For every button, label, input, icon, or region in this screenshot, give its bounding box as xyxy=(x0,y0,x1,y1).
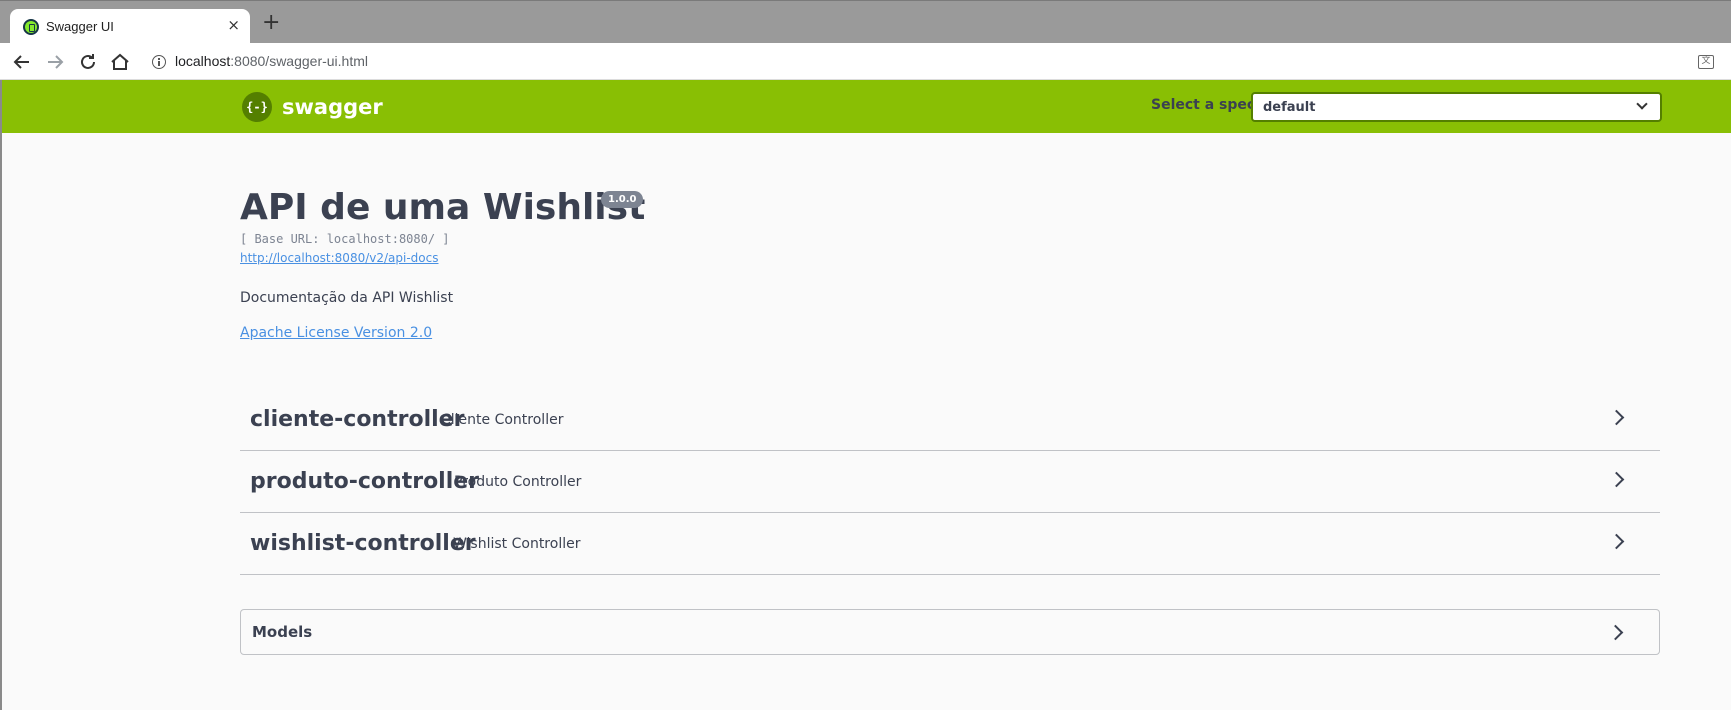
chevron-right-icon[interactable] xyxy=(1607,624,1624,641)
tag-name: produto-controller xyxy=(250,469,480,494)
site-info-icon[interactable] xyxy=(152,55,166,69)
swagger-favicon-icon xyxy=(23,19,39,35)
tag-description: Cliente Controller xyxy=(441,412,564,428)
chevron-right-icon[interactable] xyxy=(1608,409,1625,426)
tag-name: wishlist-controller xyxy=(250,531,476,556)
browser-tabstrip: Swagger UI × + xyxy=(0,0,1731,44)
translate-icon[interactable]: 文 xyxy=(1698,55,1714,69)
swagger-topbar: {-} swagger Select a spec default xyxy=(2,80,1731,133)
forward-icon[interactable] xyxy=(43,50,67,74)
url-host: localhost xyxy=(175,53,231,69)
api-description: Documentação da API Wishlist xyxy=(240,290,454,306)
close-tab-icon[interactable]: × xyxy=(227,16,240,34)
tag-section-produto[interactable]: produto-controller Produto Controller xyxy=(240,451,1660,513)
api-docs-link[interactable]: http://localhost:8080/v2/api-docs xyxy=(240,251,438,265)
tag-description: Produto Controller xyxy=(454,474,582,490)
spec-select-value: default xyxy=(1263,100,1316,115)
url-path: :8080/swagger-ui.html xyxy=(230,53,369,69)
swagger-logo-icon: {-} xyxy=(242,92,272,122)
spec-select-label: Select a spec xyxy=(1151,97,1256,113)
models-title: Models xyxy=(252,623,313,641)
api-title: API de uma Wishlist xyxy=(240,187,646,228)
base-url: [ Base URL: localhost:8080/ ] xyxy=(240,232,450,246)
models-section[interactable]: Models xyxy=(240,609,1660,655)
spec-select[interactable]: default xyxy=(1251,92,1662,122)
url-text[interactable]: localhost:8080/swagger-ui.html xyxy=(175,53,368,69)
back-icon[interactable] xyxy=(10,50,34,74)
swagger-logo-text: swagger xyxy=(282,95,383,119)
swagger-logo[interactable]: {-} swagger xyxy=(242,92,383,122)
new-tab-icon[interactable]: + xyxy=(262,12,280,34)
chevron-right-icon[interactable] xyxy=(1608,533,1625,550)
version-badge: 1.0.0 xyxy=(601,191,644,208)
tag-description: Wishlist Controller xyxy=(453,536,581,552)
tab-title: Swagger UI xyxy=(46,19,114,34)
home-icon[interactable] xyxy=(108,50,132,74)
window-edge xyxy=(0,80,2,710)
chevron-down-icon xyxy=(1636,98,1648,110)
reload-icon[interactable] xyxy=(76,50,100,74)
chevron-right-icon[interactable] xyxy=(1608,471,1625,488)
browser-tab[interactable]: Swagger UI × xyxy=(10,9,250,44)
license-link[interactable]: Apache License Version 2.0 xyxy=(240,325,432,341)
tag-section-cliente[interactable]: cliente-controller Cliente Controller xyxy=(240,389,1660,451)
browser-toolbar: localhost:8080/swagger-ui.html 文 xyxy=(0,43,1731,80)
tag-section-wishlist[interactable]: wishlist-controller Wishlist Controller xyxy=(240,513,1660,575)
tag-name: cliente-controller xyxy=(250,407,465,432)
address-bar[interactable]: localhost:8080/swagger-ui.html 文 xyxy=(142,47,1724,77)
